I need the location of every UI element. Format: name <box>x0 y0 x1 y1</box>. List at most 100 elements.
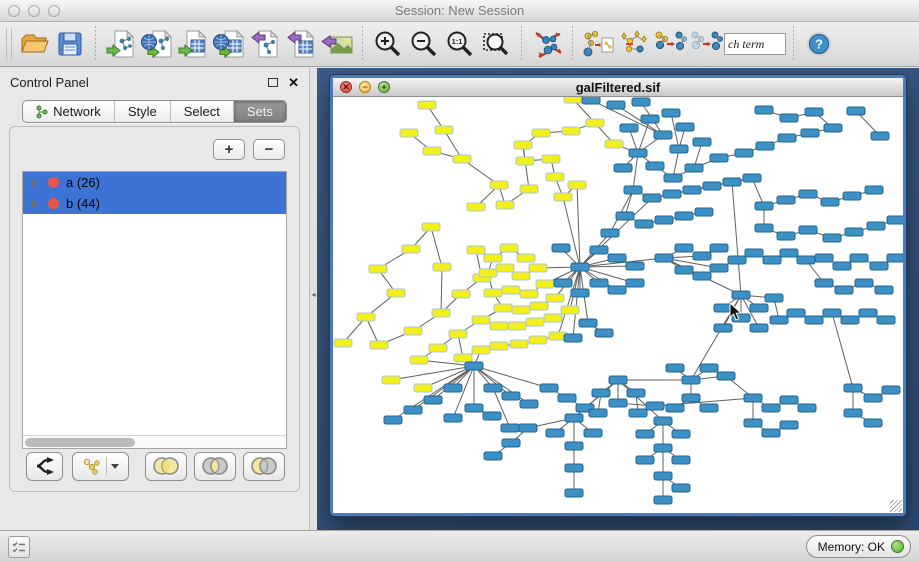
graph-node[interactable] <box>675 244 693 252</box>
deselect-highlight-button[interactable] <box>688 25 724 63</box>
graph-node[interactable] <box>519 424 537 432</box>
graph-node-selected[interactable] <box>429 344 447 352</box>
graph-node[interactable] <box>666 404 684 412</box>
graph-node[interactable] <box>755 202 773 210</box>
network-view-window[interactable]: ✕ − + galFiltered.sif <box>330 75 906 516</box>
graph-node[interactable] <box>636 456 654 464</box>
zoom-actual-size-button[interactable]: 1:1 <box>442 25 478 63</box>
graph-node-selected[interactable] <box>414 384 432 392</box>
scrollbar-thumb[interactable] <box>25 438 135 447</box>
graph-node[interactable] <box>654 444 672 452</box>
graph-node[interactable] <box>571 263 589 271</box>
graph-node[interactable] <box>565 442 583 450</box>
graph-node[interactable] <box>799 226 817 234</box>
graph-node[interactable] <box>693 272 711 280</box>
graph-node[interactable] <box>710 154 728 162</box>
graph-node[interactable] <box>762 404 780 412</box>
graph-node[interactable] <box>641 115 659 123</box>
graph-edge[interactable] <box>633 153 638 190</box>
graph-node-selected[interactable] <box>546 173 564 181</box>
graph-node-selected[interactable] <box>453 155 471 163</box>
graph-node[interactable] <box>682 394 700 402</box>
memory-status-badge[interactable]: Memory: OK <box>806 535 911 558</box>
graph-node[interactable] <box>682 376 700 384</box>
export-image-button[interactable] <box>319 25 355 63</box>
graph-node[interactable] <box>664 174 682 182</box>
graph-node-selected[interactable] <box>542 155 560 163</box>
graph-node[interactable] <box>823 309 841 317</box>
graph-node[interactable] <box>663 190 681 198</box>
graph-node[interactable] <box>743 174 761 182</box>
graph-node[interactable] <box>693 252 711 260</box>
graph-node[interactable] <box>590 246 608 254</box>
graph-node[interactable] <box>750 324 768 332</box>
graph-node-selected[interactable] <box>508 322 526 330</box>
graph-node[interactable] <box>627 389 645 397</box>
graph-node[interactable] <box>655 254 673 262</box>
graph-node-selected[interactable] <box>496 264 514 272</box>
open-session-button[interactable] <box>16 25 52 63</box>
graph-edge[interactable] <box>391 366 474 380</box>
graph-node[interactable] <box>850 254 868 262</box>
sets-list[interactable]: a (26) b (44) <box>22 171 287 449</box>
graph-node-selected[interactable] <box>500 244 518 252</box>
graph-node[interactable] <box>845 228 863 236</box>
split-set-button[interactable] <box>26 452 63 481</box>
graph-node[interactable] <box>755 106 773 114</box>
graph-node[interactable] <box>620 124 638 132</box>
graph-node[interactable] <box>629 409 647 417</box>
graph-node-selected[interactable] <box>449 330 467 338</box>
graph-node[interactable] <box>582 97 600 104</box>
graph-node[interactable] <box>444 414 462 422</box>
graph-node-selected[interactable] <box>370 341 388 349</box>
graph-node[interactable] <box>805 108 823 116</box>
graph-node[interactable] <box>584 429 602 437</box>
graph-node[interactable] <box>465 404 483 412</box>
graph-node[interactable] <box>646 402 664 410</box>
graph-node[interactable] <box>871 132 889 140</box>
graph-node-selected[interactable] <box>526 318 544 326</box>
graph-node[interactable] <box>835 286 853 294</box>
graph-node[interactable] <box>780 421 798 429</box>
graph-node[interactable] <box>655 216 673 224</box>
network-window-titlebar[interactable]: ✕ − + galFiltered.sif <box>333 78 903 97</box>
graph-node[interactable] <box>608 286 626 294</box>
graph-node[interactable] <box>823 234 841 242</box>
graph-node[interactable] <box>646 162 664 170</box>
graph-node[interactable] <box>732 291 750 299</box>
graph-node[interactable] <box>609 376 627 384</box>
graph-node[interactable] <box>778 134 796 142</box>
graph-node-selected[interactable] <box>544 314 562 322</box>
graph-node[interactable] <box>554 279 572 287</box>
graph-node-selected[interactable] <box>400 129 418 137</box>
graph-node-selected[interactable] <box>472 316 490 324</box>
graph-node-selected[interactable] <box>490 342 508 350</box>
import-table-file-button[interactable] <box>175 25 211 63</box>
graph-node-selected[interactable] <box>432 309 450 317</box>
graph-node[interactable] <box>700 404 718 412</box>
graph-node[interactable] <box>502 392 520 400</box>
graph-node[interactable] <box>841 316 859 324</box>
graph-node[interactable] <box>745 249 763 257</box>
add-set-button[interactable]: + <box>213 139 245 160</box>
graph-node-selected[interactable] <box>586 119 604 127</box>
graph-node[interactable] <box>723 178 741 186</box>
graph-node[interactable] <box>672 430 690 438</box>
graph-node-selected[interactable] <box>562 127 580 135</box>
graph-node-selected[interactable] <box>605 140 623 148</box>
graph-node[interactable] <box>564 334 582 342</box>
create-set-from-network-button[interactable] <box>72 452 129 481</box>
graph-node-selected[interactable] <box>502 286 520 294</box>
graph-node[interactable] <box>635 220 653 228</box>
graph-node-selected[interactable] <box>454 354 472 362</box>
graph-node[interactable] <box>590 279 608 287</box>
graph-node[interactable] <box>714 324 732 332</box>
graph-node[interactable] <box>662 109 680 117</box>
graph-node[interactable] <box>404 406 422 414</box>
union-button[interactable] <box>145 452 187 481</box>
graph-node-selected[interactable] <box>496 201 514 209</box>
graph-node[interactable] <box>780 114 798 122</box>
graph-node[interactable] <box>750 304 768 312</box>
graph-node[interactable] <box>672 484 690 492</box>
graph-node-selected[interactable] <box>520 185 538 193</box>
